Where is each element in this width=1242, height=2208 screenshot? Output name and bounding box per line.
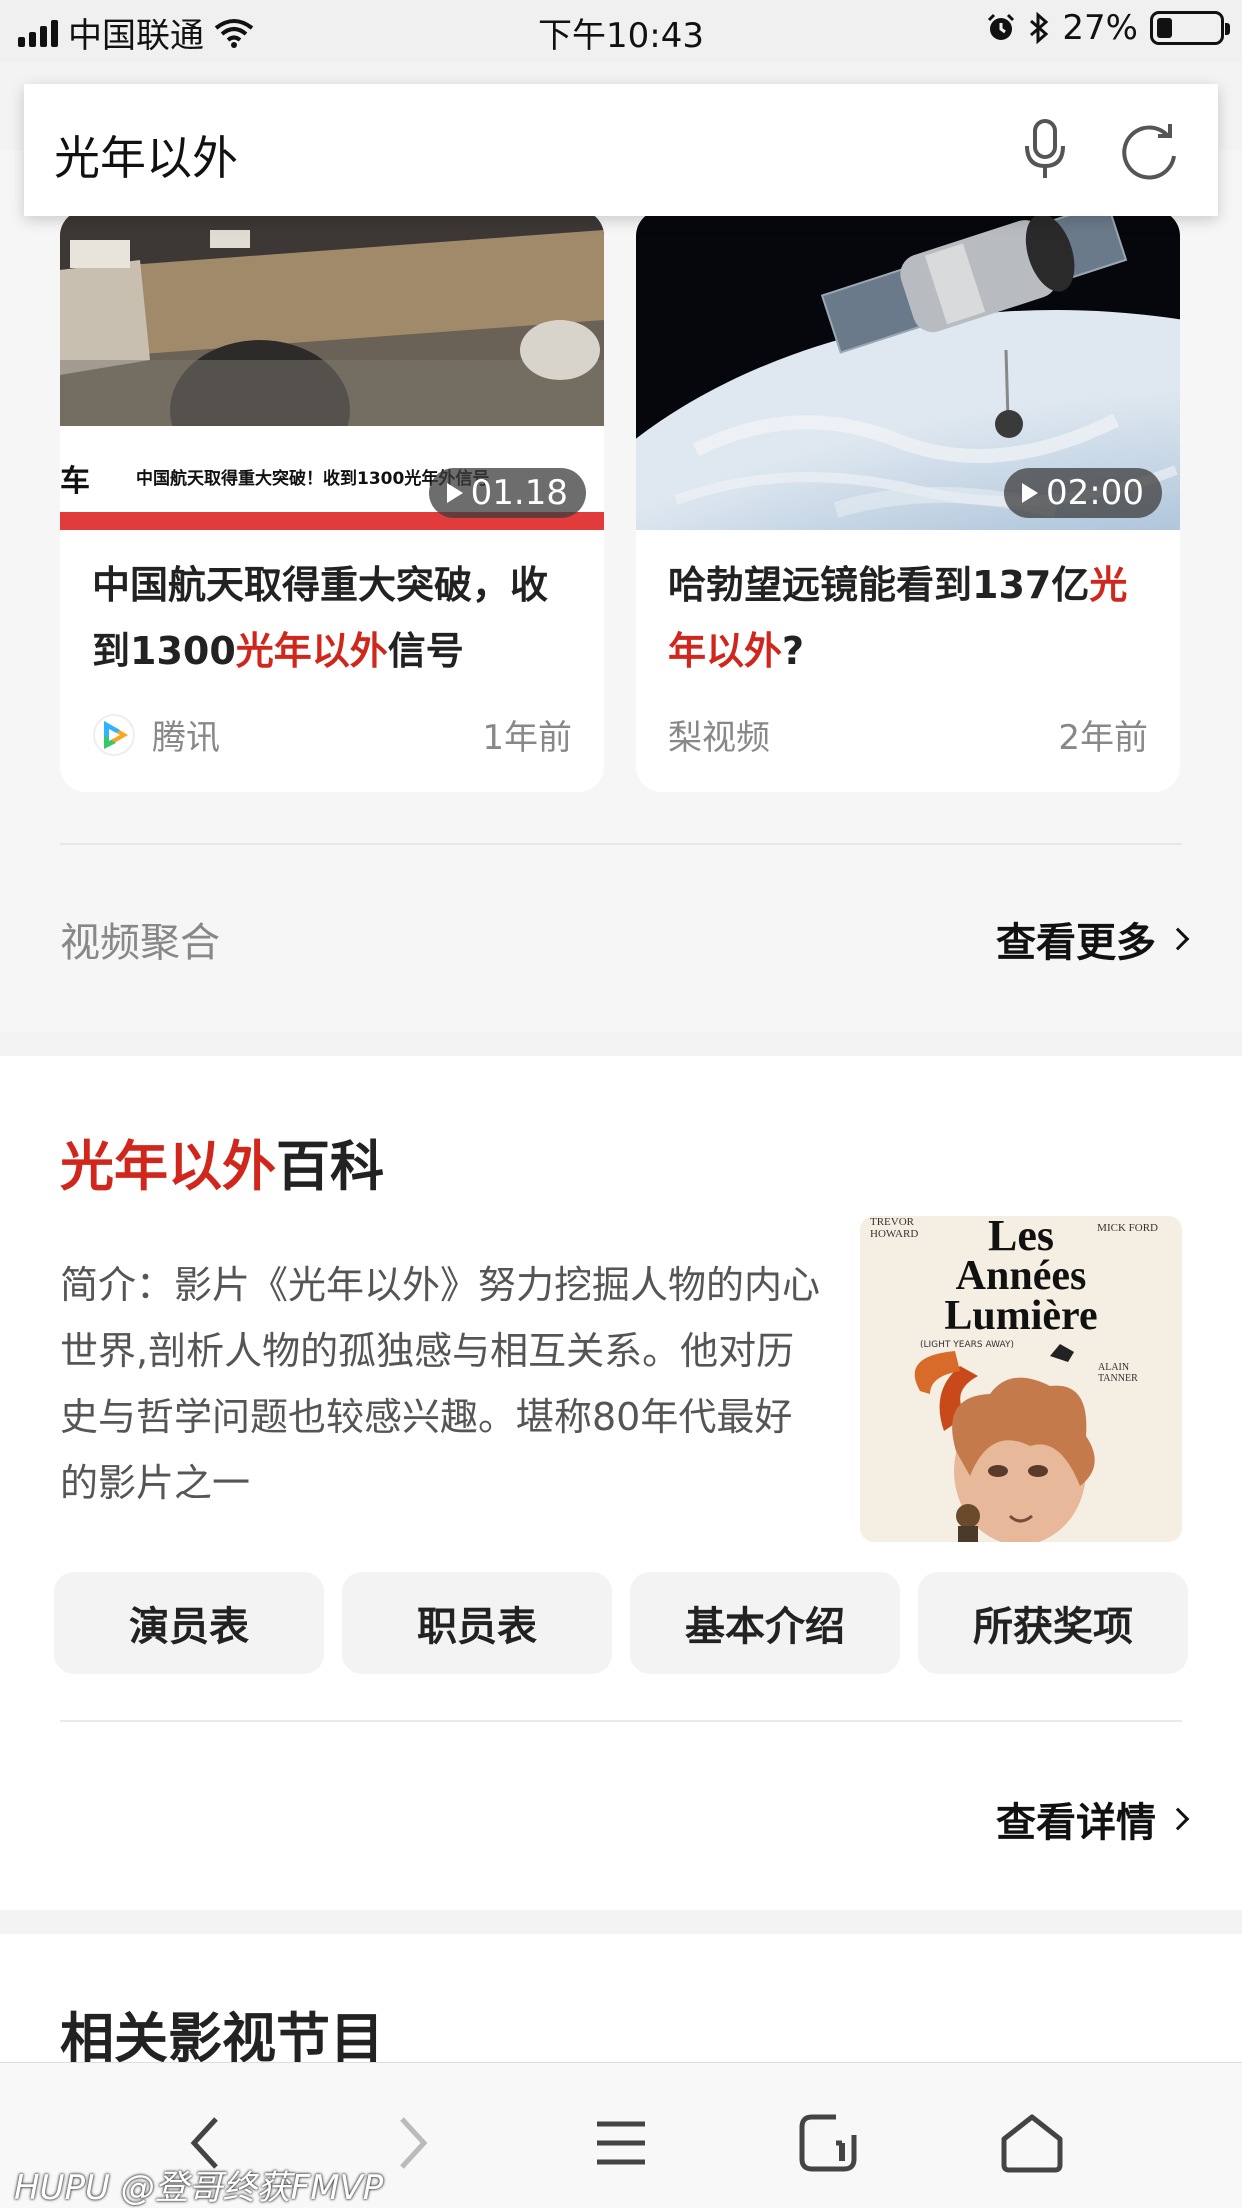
heading-highlight: 光年以外 <box>60 1135 276 1198</box>
video-aggregation-label: 视频聚合 <box>60 920 220 966</box>
duration-badge: 01.18 <box>428 468 586 518</box>
video-card[interactable]: 车 中国航天取得重大突破！收到1300光年外信号 01.18 中国航天取得重大突… <box>60 210 604 792</box>
home-icon <box>1001 2114 1063 2173</box>
video-source: 梨视频 <box>668 710 770 759</box>
status-right: 27% <box>986 8 1230 48</box>
movie-poster[interactable]: TREVOR HOWARD MICK FORD Les Années Lumiè… <box>860 1216 1182 1542</box>
alarm-icon <box>988 13 1015 40</box>
source-label: 腾讯 <box>152 718 220 758</box>
video-time: 1年前 <box>482 718 572 758</box>
microphone-icon[interactable] <box>1024 118 1066 182</box>
encyclopedia-buttons: 演员表 职员表 基本介绍 所获奖项 <box>54 1572 1188 1674</box>
poster-title-line: Lumière <box>944 1293 1098 1339</box>
poster-title-line: Années <box>955 1253 1087 1299</box>
screen: 中国联通 下午10:43 27% 光年以外 车 中国航天取得重大突破！收到130… <box>0 0 1242 2208</box>
title-text: 哈勃望远镜能看到137亿 <box>668 563 1090 607</box>
refresh-icon[interactable] <box>1118 120 1180 182</box>
play-icon <box>446 483 463 503</box>
duration-label: 02:00 <box>1046 473 1144 513</box>
see-details-label: 查看详情 <box>996 1800 1156 1846</box>
video-title[interactable]: 中国航天取得重大突破，收到1300光年以外信号 <box>92 552 582 684</box>
encyclopedia-heading[interactable]: 光年以外百科 <box>60 1122 384 1201</box>
duration-badge: 02:00 <box>1004 468 1162 518</box>
see-more-label: 查看更多 <box>996 920 1156 966</box>
forward-button[interactable] <box>372 2103 452 2183</box>
tabs-button[interactable] <box>788 2103 868 2183</box>
search-bar[interactable]: 光年以外 <box>24 84 1218 216</box>
title-text-end: ? <box>782 629 805 673</box>
video-thumbnail[interactable]: 车 中国航天取得重大突破！收到1300光年外信号 01.18 <box>60 210 604 530</box>
poster-subtitle: (LIGHT YEARS AWAY) <box>920 1340 1014 1350</box>
divider <box>60 843 1182 845</box>
see-details-link[interactable]: 查看详情 <box>996 1790 1190 1848</box>
encyclopedia-section: 光年以外百科 简介：影片《光年以外》努力挖掘人物的内心世界,剖析人物的孤独感与相… <box>0 1056 1242 1910</box>
chevron-right-icon <box>1166 1807 1190 1831</box>
chevron-right-icon <box>1166 927 1190 951</box>
video-section: 车 中国航天取得重大突破！收到1300光年外信号 01.18 中国航天取得重大突… <box>0 150 1242 1032</box>
thumbnail-side-text: 车 <box>60 464 90 499</box>
menu-button[interactable] <box>581 2103 661 2183</box>
crew-button[interactable]: 职员表 <box>342 1572 612 1674</box>
awards-button[interactable]: 所获奖项 <box>918 1572 1188 1674</box>
video-thumbnail[interactable]: 02:00 <box>636 210 1180 530</box>
see-more-link[interactable]: 查看更多 <box>996 910 1190 968</box>
tabs-icon <box>799 2114 857 2172</box>
battery-icon <box>1150 11 1230 45</box>
menu-icon <box>597 2121 645 2165</box>
play-icon <box>1022 483 1039 503</box>
poster-director: ALAIN TANNER <box>1098 1362 1138 1384</box>
home-button[interactable] <box>992 2103 1072 2183</box>
cast-button[interactable]: 演员表 <box>54 1572 324 1674</box>
duration-label: 01.18 <box>470 473 568 513</box>
title-text-end: 信号 <box>387 629 464 673</box>
battery-percent: 27% <box>1062 8 1138 48</box>
title-highlight: 光年以外 <box>235 629 388 673</box>
video-source: 腾讯 <box>92 710 220 759</box>
video-title[interactable]: 哈勃望远镜能看到137亿光年以外? <box>668 552 1158 684</box>
forward-arrow-icon <box>400 2117 428 2169</box>
tencent-video-icon <box>93 713 135 756</box>
intro-button[interactable]: 基本介绍 <box>630 1572 900 1674</box>
watermark: HUPU @登哥终获FMVP <box>14 2168 384 2208</box>
video-card[interactable]: 02:00 哈勃望远镜能看到137亿光年以外? 梨视频 2年前 <box>636 210 1180 792</box>
poster-title-line: Les <box>988 1216 1054 1260</box>
encyclopedia-description[interactable]: 简介：影片《光年以外》努力挖掘人物的内心世界,剖析人物的孤独感与相互关系。他对历… <box>60 1252 830 1516</box>
heading-text: 百科 <box>276 1135 384 1198</box>
source-label: 梨视频 <box>668 718 770 758</box>
poster-title: Les Années Lumière <box>860 1216 1182 1339</box>
video-time: 2年前 <box>1058 718 1148 758</box>
divider <box>60 1720 1182 1722</box>
bluetooth-icon <box>1030 12 1049 44</box>
status-bar: 中国联通 下午10:43 27% <box>0 0 1242 62</box>
search-query[interactable]: 光年以外 <box>54 122 238 188</box>
